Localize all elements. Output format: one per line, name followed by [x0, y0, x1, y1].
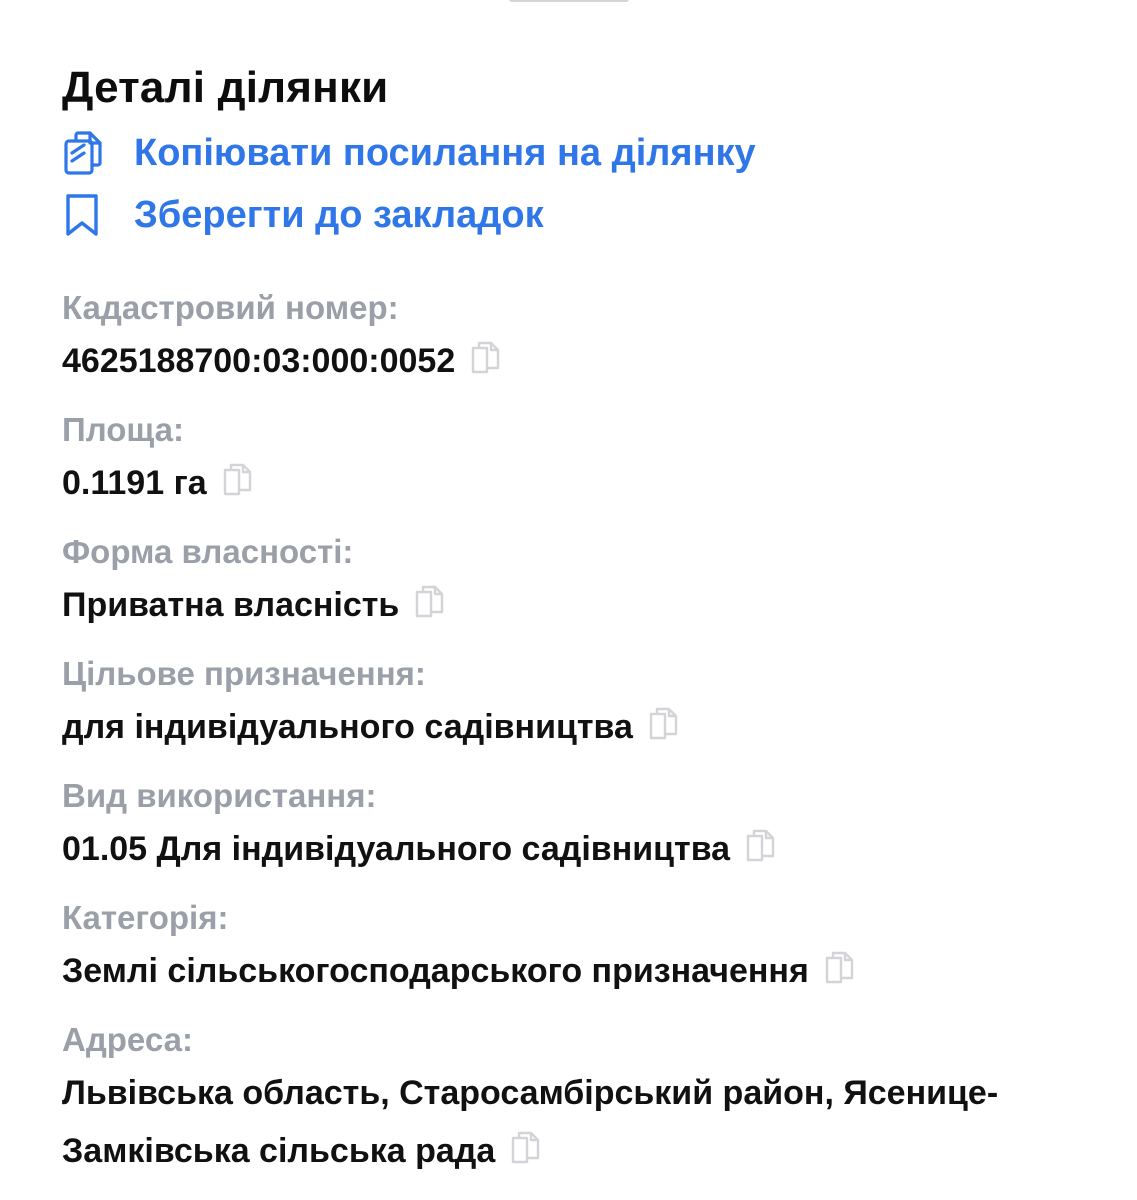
field-row-ownership: Приватна власність [62, 576, 1102, 634]
field-label-usage-type: Вид використання: [62, 777, 377, 814]
field-row-address: Львівська область, Старосамбірський райо… [62, 1064, 1102, 1180]
field-value-purpose[interactable]: для індивідуального садівництва [62, 708, 633, 746]
details-list: Кадастровий номер: 4625188700:03:000:005… [62, 284, 1102, 1180]
field-label-purpose: Цільове призначення: [62, 655, 426, 692]
bookmark-button[interactable]: Зберегти до закладок [62, 184, 1102, 246]
field-value-category[interactable]: Землі сільськогосподарського призначення [62, 952, 809, 990]
copy-icon[interactable] [744, 824, 776, 862]
field-label-category: Категорія: [62, 899, 229, 936]
copy-link-label: Копіювати посилання на ділянку [134, 131, 756, 174]
field-row-usage-type: 01.05 Для індивідуального садівництва [62, 820, 1102, 878]
field-row-cadastral-number: 4625188700:03:000:0052 [62, 332, 1102, 390]
field-row-area: 0.1191 га [62, 454, 1102, 512]
field-label-area: Площа: [62, 411, 184, 448]
copy-icon[interactable] [221, 458, 253, 496]
copy-icon[interactable] [469, 336, 501, 374]
field-row-category: Землі сільськогосподарського призначення [62, 942, 1102, 1000]
clipboard-copy-icon [62, 127, 114, 179]
field-value-usage-type[interactable]: 01.05 Для індивідуального садівництва [62, 830, 730, 868]
field-label-ownership: Форма власності: [62, 533, 354, 570]
copy-icon[interactable] [509, 1126, 541, 1164]
field-label-cadastral-number: Кадастровий номер: [62, 289, 399, 326]
field-value-area[interactable]: 0.1191 га [62, 464, 207, 502]
sheet-handle[interactable] [509, 0, 629, 2]
field-row-purpose: для індивідуального садівництва [62, 698, 1102, 756]
plot-details-panel: Деталі ділянки Копіювати посилання на ді… [62, 62, 1102, 1196]
page-title: Деталі ділянки [62, 63, 389, 112]
field-label-address: Адреса: [62, 1021, 193, 1058]
copy-link-button[interactable]: Копіювати посилання на ділянку [62, 122, 1102, 184]
bookmark-label: Зберегти до закладок [134, 193, 544, 236]
copy-icon[interactable] [823, 946, 855, 984]
copy-icon[interactable] [647, 702, 679, 740]
copy-icon[interactable] [413, 580, 445, 618]
field-value-ownership[interactable]: Приватна власність [62, 586, 399, 624]
field-value-cadastral-number[interactable]: 4625188700:03:000:0052 [62, 342, 455, 380]
bookmark-icon [62, 189, 114, 241]
